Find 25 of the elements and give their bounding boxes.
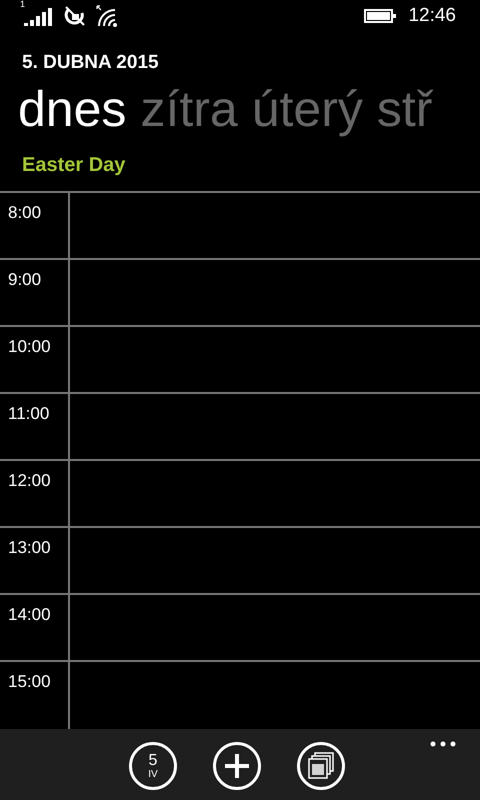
- pivot-tab[interactable]: úterý: [252, 76, 363, 142]
- pivot-tab[interactable]: dnes: [18, 76, 126, 142]
- hour-label: 11:00: [0, 394, 70, 460]
- wifi-icon: [96, 4, 120, 27]
- clock: 12:46: [408, 4, 456, 27]
- sim-number: 1: [20, 0, 26, 9]
- battery-icon: [364, 8, 396, 23]
- hour-label: 13:00: [0, 528, 70, 594]
- hour-label: 12:00: [0, 461, 70, 526]
- hour-label: 10:00: [0, 327, 70, 392]
- add-button[interactable]: [213, 742, 261, 790]
- today-button[interactable]: 5 IV: [129, 742, 177, 790]
- hour-label: 8:00: [0, 193, 70, 258]
- calendars-icon: [307, 752, 335, 780]
- signal-icon: [24, 6, 54, 26]
- date-title: 5. DUBNA 2015: [22, 52, 160, 74]
- hour-label: 9:00: [0, 260, 70, 326]
- pivot-tab[interactable]: zítra: [140, 76, 238, 142]
- calendars-button[interactable]: [297, 742, 345, 790]
- more-icon[interactable]: [430, 741, 456, 748]
- hour-label: 14:00: [0, 595, 70, 660]
- rotation-lock-icon: [64, 4, 86, 27]
- all-day-event[interactable]: Easter Day: [22, 154, 480, 188]
- pivot-tab[interactable]: stř: [376, 76, 432, 142]
- plus-icon: [223, 752, 251, 780]
